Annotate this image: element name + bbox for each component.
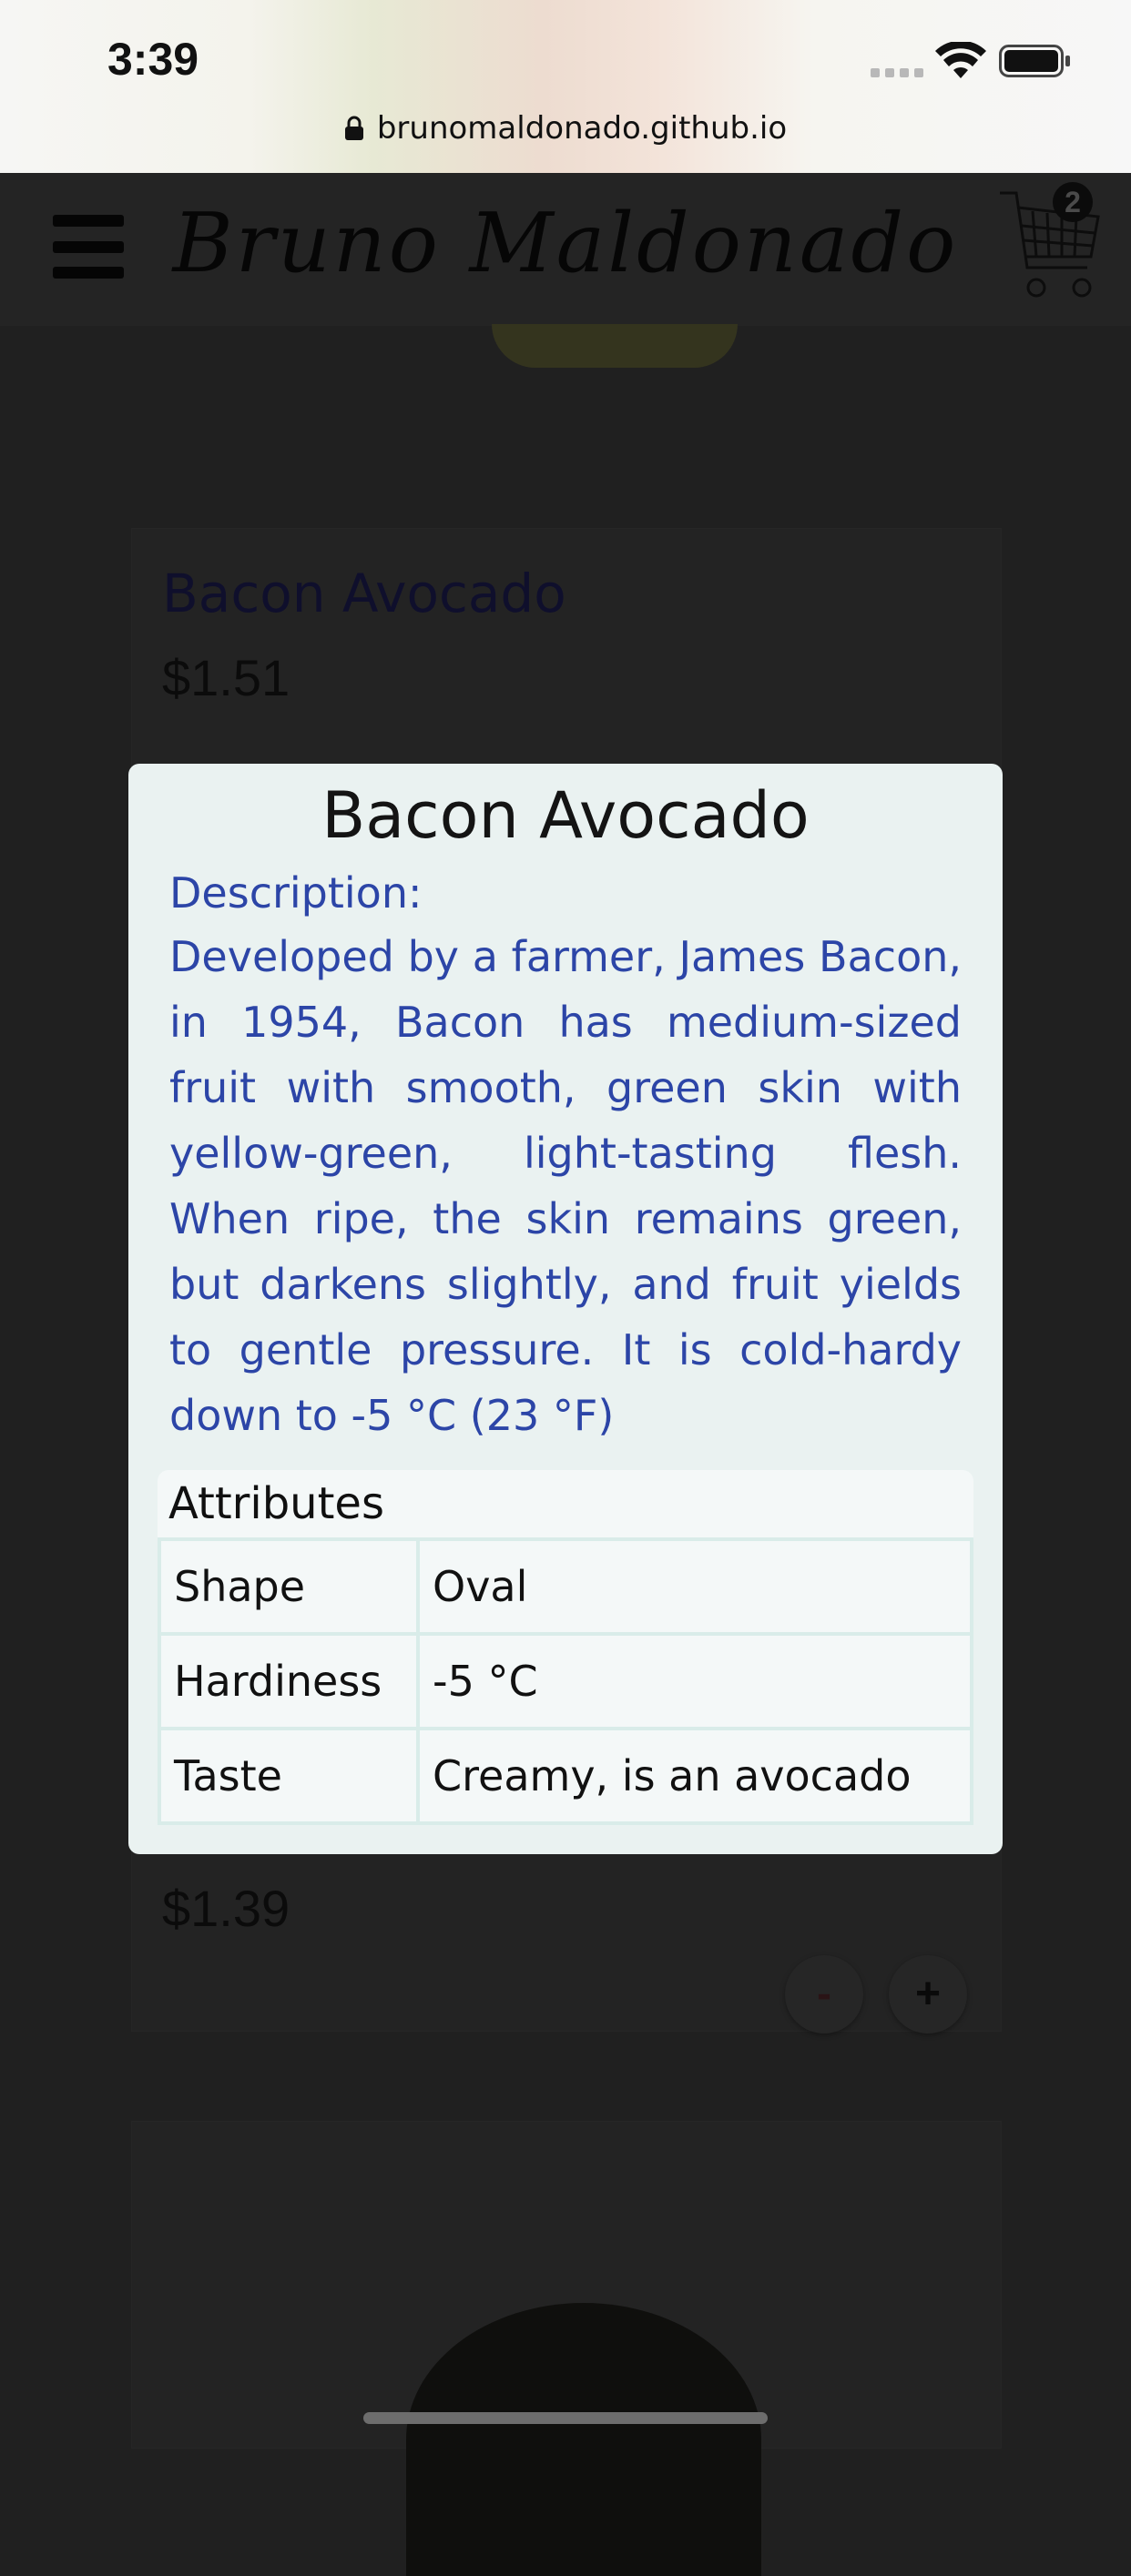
address-bar[interactable]: brunomaldonado.github.io <box>0 106 1131 151</box>
decrease-quantity-button[interactable]: - <box>785 1955 863 2033</box>
table-row: Shape Oval <box>161 1541 970 1632</box>
product-price: $1.39 <box>162 1880 290 1937</box>
url-text: brunomaldonado.github.io <box>376 110 788 147</box>
attribute-value: Creamy, is an avocado <box>420 1730 970 1821</box>
battery-icon <box>999 45 1070 77</box>
description-text: Developed by a farmer, James Bacon, in 1… <box>169 932 962 1440</box>
increase-quantity-button[interactable]: + <box>889 1955 967 2033</box>
attribute-value: Oval <box>420 1541 970 1632</box>
attribute-name: Hardiness <box>161 1636 416 1727</box>
product-detail-modal: Bacon Avocado Description: Developed by … <box>128 764 1003 1854</box>
attribute-name: Shape <box>161 1541 416 1632</box>
wifi-icon <box>935 42 986 78</box>
attribute-name: Taste <box>161 1730 416 1821</box>
product-image <box>492 324 738 368</box>
description-label: Description: <box>169 868 423 918</box>
cellular-signal-icon <box>871 68 923 77</box>
cart-count-badge: 2 <box>1053 182 1093 222</box>
home-indicator[interactable] <box>363 2412 768 2424</box>
attributes-heading: Attributes <box>158 1470 973 1537</box>
clock: 3:39 <box>107 34 199 85</box>
product-image <box>406 2303 761 2576</box>
attributes-table: Attributes Shape Oval Hardiness -5 °C Ta… <box>158 1470 973 1825</box>
lock-icon <box>344 116 363 140</box>
status-bar: 3:39 brunomaldonado.github.io <box>0 0 1131 173</box>
product-title: Bacon Avocado <box>162 563 566 624</box>
table-row: Taste Creamy, is an avocado <box>161 1730 970 1821</box>
brand-logo[interactable]: Bruno Maldonado <box>0 189 1131 299</box>
product-price: $1.51 <box>162 649 290 706</box>
table-row: Hardiness -5 °C <box>161 1636 970 1727</box>
modal-title: Bacon Avocado <box>321 778 810 853</box>
attribute-value: -5 °C <box>420 1636 970 1727</box>
attributes-grid: Shape Oval Hardiness -5 °C Taste Creamy,… <box>158 1537 973 1825</box>
